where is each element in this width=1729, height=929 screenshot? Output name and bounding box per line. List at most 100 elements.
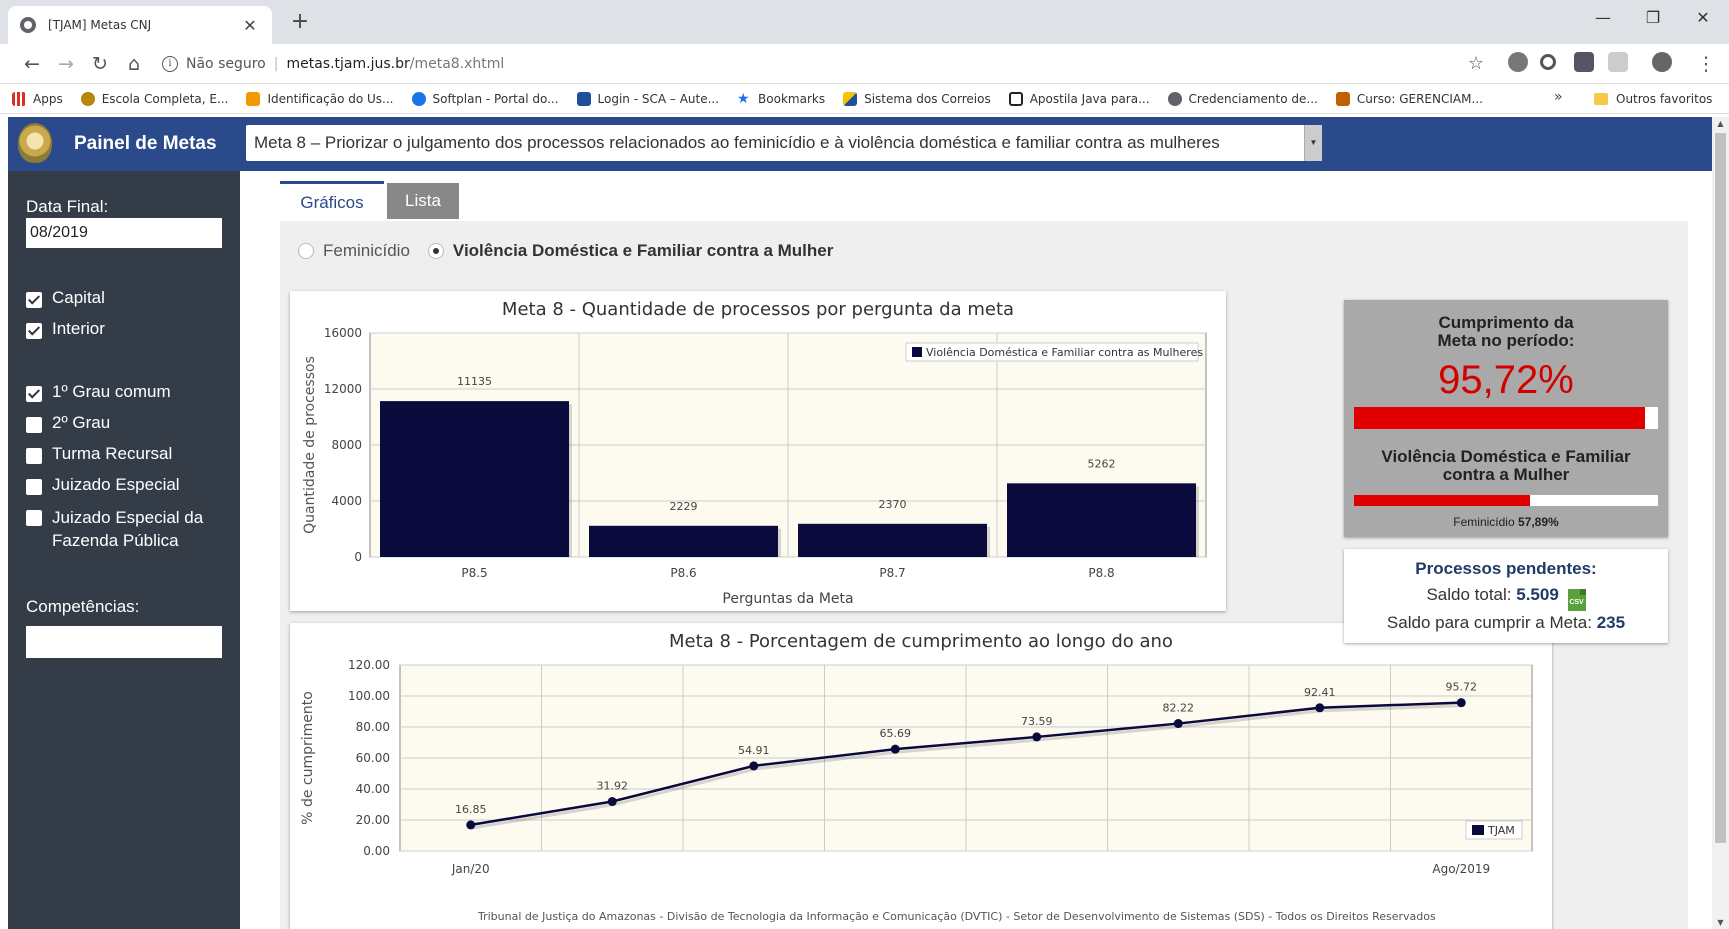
y-tick-label: 20.00 xyxy=(356,813,390,827)
legend-swatch xyxy=(1472,825,1484,835)
data-point xyxy=(1315,703,1325,713)
identificacao-icon xyxy=(246,91,261,106)
bookmark-login-sca[interactable]: Login - SCA – Aute... xyxy=(576,91,719,106)
checkbox-box[interactable] xyxy=(26,386,42,402)
more-bookmarks-icon[interactable]: » xyxy=(1554,89,1563,105)
other-bookmarks-folder[interactable]: Outros favoritos xyxy=(1594,84,1712,114)
checkbox-juizado-fazenda[interactable]: Juizado Especial da Fazenda Pública xyxy=(26,506,226,552)
csv-download-icon[interactable]: CSV xyxy=(1567,589,1586,611)
kpi-title-line1: Cumprimento da xyxy=(1438,313,1574,332)
filters-sidebar: Data Final: 08/2019 Capital Interior 1º … xyxy=(8,171,240,929)
data-point xyxy=(1032,732,1042,742)
checkbox-capital[interactable]: Capital xyxy=(26,288,105,308)
extension-icon-3[interactable] xyxy=(1574,52,1594,72)
checkbox-1grau[interactable]: 1º Grau comum xyxy=(26,382,171,402)
checkbox-2grau[interactable]: 2º Grau xyxy=(26,413,110,433)
tab-lista[interactable]: Lista xyxy=(387,183,459,219)
radio-feminicidio-label[interactable]: Feminicídio xyxy=(323,241,410,261)
data-point xyxy=(1173,719,1183,729)
checkbox-label: Interior xyxy=(52,319,105,338)
competencias-input[interactable] xyxy=(26,626,222,658)
forward-icon[interactable]: → xyxy=(54,52,78,76)
data-label: 31.92 xyxy=(597,780,629,793)
cnj-icon xyxy=(576,91,591,106)
info-icon[interactable]: i xyxy=(162,56,178,72)
meta-select[interactable]: Meta 8 – Priorizar o julgamento dos proc… xyxy=(246,125,1322,161)
x-tick-label: P8.8 xyxy=(1088,566,1114,580)
checkbox-box[interactable] xyxy=(26,448,42,464)
bookmark-softplan[interactable]: Softplan - Portal do... xyxy=(411,91,559,106)
extension-icon-1[interactable] xyxy=(1508,52,1528,72)
checkbox-box[interactable] xyxy=(26,510,42,526)
new-tab-button[interactable]: + xyxy=(286,9,314,34)
checkbox-box[interactable] xyxy=(26,292,42,308)
legend-label: TJAM xyxy=(1487,824,1515,837)
back-icon[interactable]: ← xyxy=(20,52,44,76)
tjam-logo xyxy=(18,123,52,163)
legend-label: Violência Doméstica e Familiar contra as… xyxy=(926,346,1203,359)
x-axis-title: Perguntas da Meta xyxy=(722,591,853,607)
y-axis-title: % de cumprimento xyxy=(300,691,316,825)
saldo-meta-value: 235 xyxy=(1596,613,1626,632)
bookmark-curso[interactable]: Curso: GERENCIAM... xyxy=(1335,91,1483,106)
checkbox-box[interactable] xyxy=(26,479,42,495)
folder-icon xyxy=(1594,93,1608,105)
close-tab-icon[interactable]: ✕ xyxy=(240,16,260,35)
extension-icon-4[interactable] xyxy=(1608,52,1628,72)
series-radio-group: Feminicídio Violência Doméstica e Famili… xyxy=(298,241,833,261)
profile-avatar[interactable] xyxy=(1652,52,1672,72)
close-window-button[interactable]: ✕ xyxy=(1683,8,1723,27)
data-label: 54.91 xyxy=(738,744,770,757)
bookmark-star-icon[interactable]: ☆ xyxy=(1464,52,1488,76)
checkbox-box[interactable] xyxy=(26,323,42,339)
bar-value-label: 5262 xyxy=(1088,457,1116,470)
dropdown-caret-icon[interactable]: ▼ xyxy=(1304,125,1322,161)
bookmark-bookmarks[interactable]: ★ Bookmarks xyxy=(737,92,825,106)
bookmark-credenciamento[interactable]: Credenciamento de... xyxy=(1167,91,1318,106)
bookmark-apps[interactable]: Apps xyxy=(12,91,63,106)
url-host: metas.tjam.jus.br xyxy=(286,56,410,72)
x-tick-label: P8.6 xyxy=(670,566,696,580)
saldo-total-line: Saldo total: 5.509 CSV xyxy=(1344,585,1668,611)
minimize-button[interactable]: — xyxy=(1583,8,1623,27)
bar-value-label: 2370 xyxy=(879,498,907,511)
checkbox-interior[interactable]: Interior xyxy=(26,319,105,339)
feminicidio-progress-bar xyxy=(1354,495,1658,506)
browser-toolbar: ← → ↻ ⌂ i Não seguro | metas.tjam.jus.br… xyxy=(0,44,1729,84)
checkbox-turma-recursal[interactable]: Turma Recursal xyxy=(26,444,172,464)
restore-button[interactable]: ❐ xyxy=(1633,8,1673,27)
softplan-icon xyxy=(411,91,426,106)
extension-icon-2[interactable] xyxy=(1540,54,1556,70)
scroll-down-icon[interactable]: ▼ xyxy=(1712,918,1729,927)
browser-tab[interactable]: [TJAM] Metas CNJ ✕ xyxy=(8,6,272,44)
page-scrollbar[interactable]: ▲ ▼ xyxy=(1712,117,1729,929)
line-chart: 0.00 20.00 40.00 60.00 80.00 100.00 120.00 16.8… xyxy=(300,658,1533,876)
checkbox-juizado-especial[interactable]: Juizado Especial xyxy=(26,475,180,495)
reload-icon[interactable]: ↻ xyxy=(88,52,112,76)
bar-value-label: 11135 xyxy=(457,375,492,388)
address-bar[interactable]: i Não seguro | metas.tjam.jus.br /meta8.… xyxy=(152,49,1492,79)
bookmark-identificacao[interactable]: Identificação do Us... xyxy=(246,91,394,106)
radio-violencia-label[interactable]: Violência Doméstica e Familiar contra a … xyxy=(453,241,833,261)
bookmark-escola[interactable]: Escola Completa, E... xyxy=(80,91,228,106)
radio-feminicidio[interactable] xyxy=(298,243,314,259)
tab-graficos[interactable]: Gráficos xyxy=(280,181,384,221)
home-icon[interactable]: ⌂ xyxy=(122,52,146,76)
bookmark-correios[interactable]: Sistema dos Correios xyxy=(843,91,991,106)
kpi-progress-fill xyxy=(1354,407,1645,429)
data-label: 16.85 xyxy=(455,803,487,816)
data-final-input[interactable]: 08/2019 xyxy=(26,218,222,248)
data-point xyxy=(466,820,476,830)
y-tick-label: 12000 xyxy=(324,382,362,396)
bookmark-label: Curso: GERENCIAM... xyxy=(1356,91,1483,106)
bookmark-apostila[interactable]: Apostila Java para... xyxy=(1008,91,1150,106)
checkbox-label: Juizado Especial xyxy=(52,475,180,494)
y-tick-label: 120.00 xyxy=(348,658,390,672)
radio-violencia[interactable] xyxy=(427,243,444,259)
bookmark-label: Apps xyxy=(33,91,63,106)
menu-kebab-icon[interactable]: ⋮ xyxy=(1694,52,1718,76)
checkbox-box[interactable] xyxy=(26,417,42,433)
scroll-up-icon[interactable]: ▲ xyxy=(1712,119,1729,128)
scrollbar-thumb[interactable] xyxy=(1715,133,1726,843)
url-separator: | xyxy=(273,56,279,72)
